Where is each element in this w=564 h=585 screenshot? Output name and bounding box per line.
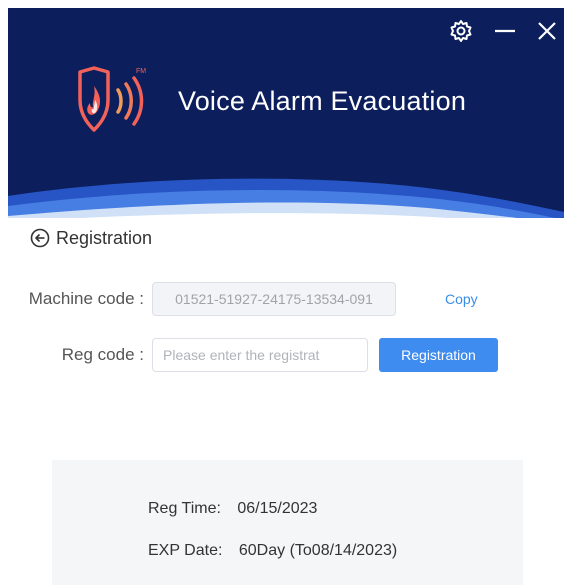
app-window: FM Voice Alarm Evacuation Registration M… [8, 8, 564, 585]
reg-code-label: Reg code : [61, 345, 144, 364]
page-title: Registration [56, 227, 153, 248]
close-icon [538, 22, 556, 40]
exp-date-row: EXP Date: 60Day (To08/14/2023) [148, 542, 397, 560]
machine-code-label: Machine code : [28, 289, 144, 308]
fire-shield-sound-icon: FM [78, 66, 146, 132]
settings-button[interactable] [446, 16, 476, 46]
close-button[interactable] [532, 16, 562, 46]
registration-button[interactable]: Registration [379, 338, 498, 372]
app-header: FM Voice Alarm Evacuation [8, 8, 564, 218]
reg-time-row: Reg Time: 06/15/2023 [148, 500, 317, 518]
minimize-button[interactable] [490, 16, 520, 46]
exp-date-value: 60Day (To08/14/2023) [238, 542, 398, 559]
gear-icon [450, 20, 472, 42]
exp-date-label: EXP Date: [148, 542, 223, 559]
app-title: Voice Alarm Evacuation [178, 86, 467, 116]
circle-arrow-left-icon [30, 228, 50, 248]
reg-time-label: Reg Time: [148, 500, 221, 517]
minimize-icon [495, 29, 515, 33]
reg-time-value: 06/15/2023 [237, 500, 318, 517]
copy-link[interactable]: Copy [445, 291, 478, 307]
reg-code-input[interactable] [152, 338, 368, 372]
registration-info-panel: Reg Time: 06/15/2023 EXP Date: 60Day (To… [52, 460, 523, 585]
back-to-registration[interactable]: Registration [30, 226, 152, 250]
machine-code-field[interactable]: 01521-51927-24175-13534-091 [152, 282, 396, 316]
header-wave-decoration [8, 178, 564, 218]
logo-mark-text: FM [136, 68, 146, 75]
